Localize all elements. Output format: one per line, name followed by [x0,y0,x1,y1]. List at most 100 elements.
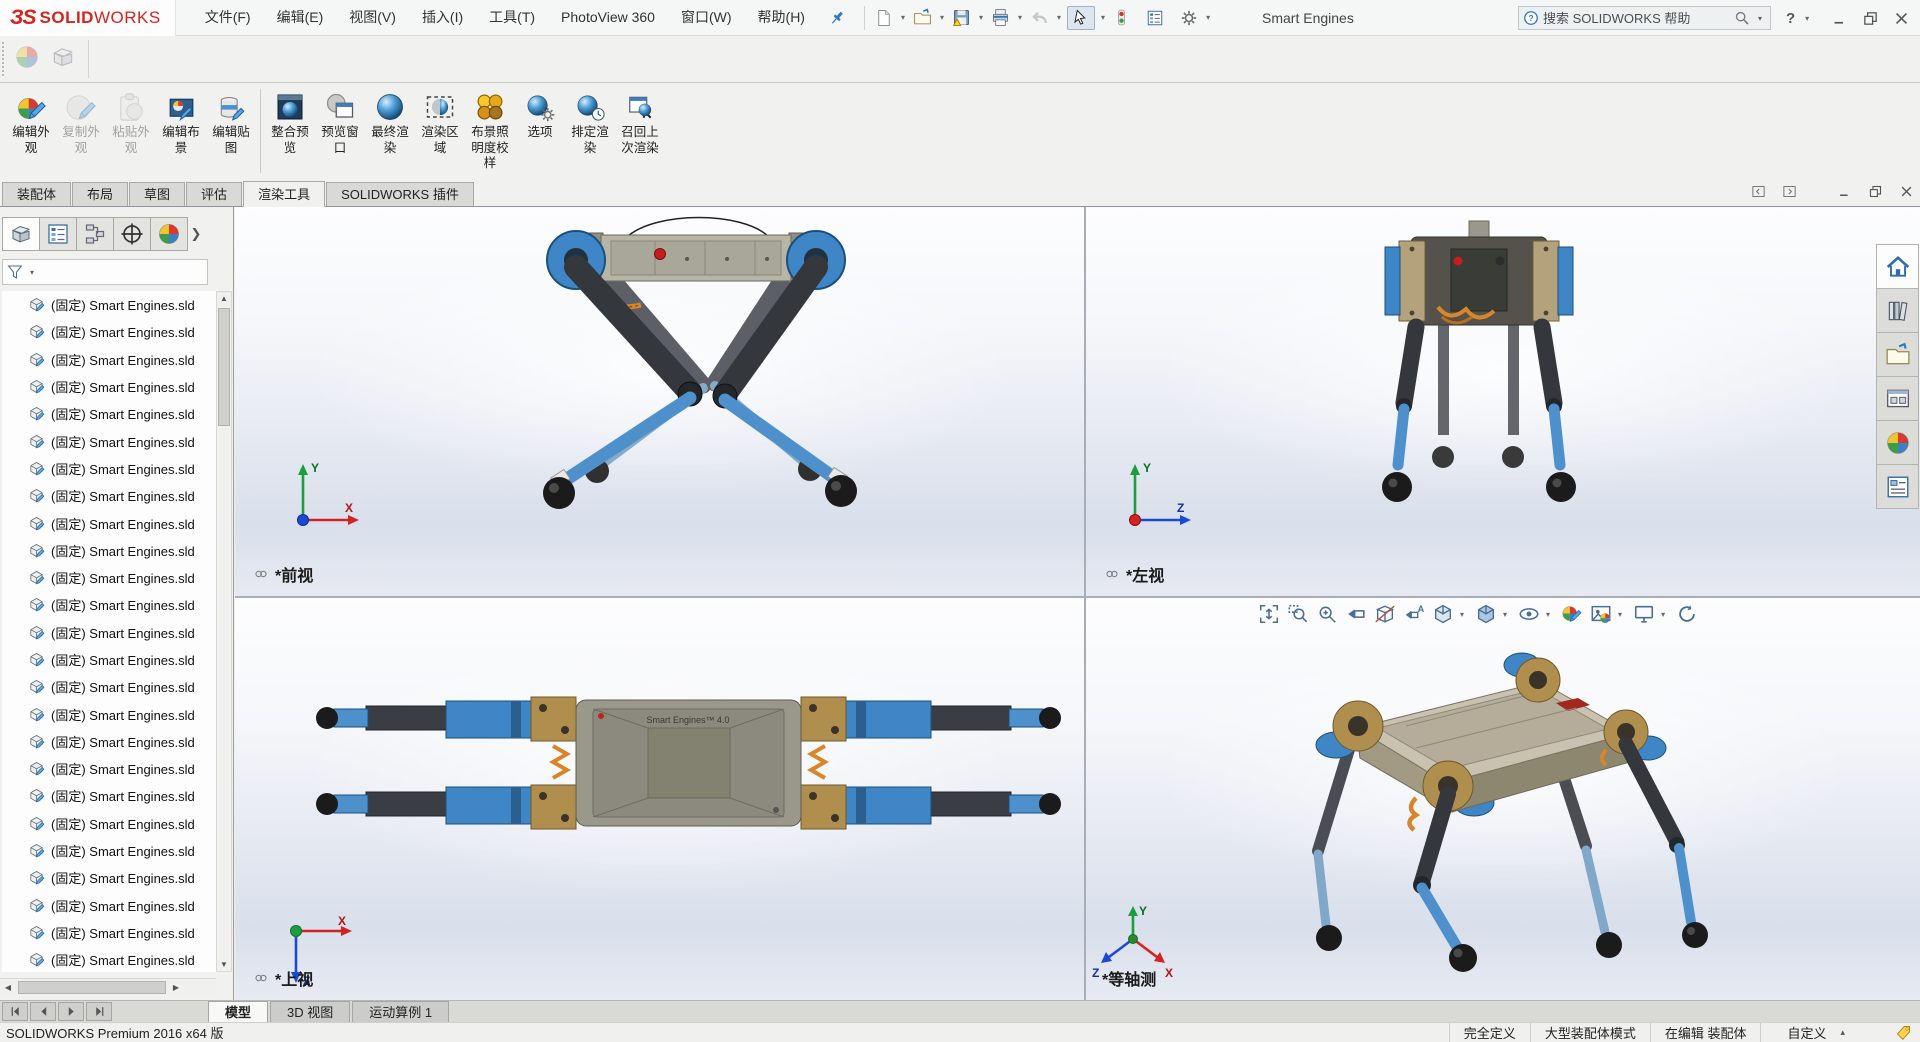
open-button[interactable] [911,5,934,30]
preview-window-button[interactable]: 预览窗口 [315,87,365,156]
filter-icon[interactable] [6,263,24,281]
paste-appearance-button[interactable]: 粘贴外观 [106,87,156,156]
tree-item[interactable]: (固定) Smart Engines.sld [2,537,216,564]
scroll-thumb[interactable] [218,308,230,426]
displaymanager-tab[interactable] [150,217,188,251]
help-button[interactable]: ? [1786,10,1795,27]
tree-item[interactable]: (固定) Smart Engines.sld [2,946,216,972]
scroll-thumb[interactable] [18,981,166,994]
tree-item[interactable]: (固定) Smart Engines.sld [2,564,216,591]
tree-item[interactable]: (固定) Smart Engines.sld [2,728,216,755]
collapse-pane-right-icon[interactable] [1782,184,1797,199]
tree-item[interactable]: (固定) Smart Engines.sld [2,400,216,427]
motion-study-tab[interactable]: 运动算例 1 [352,1001,449,1022]
recall-last-render-button[interactable]: 召回上次渲染 [615,87,665,156]
3d-views-tab[interactable]: 3D 视图 [270,1001,350,1022]
scene-illumination-proof-button[interactable]: 布景照明度校样 [465,87,515,172]
tree-item[interactable]: (固定) Smart Engines.sld [2,864,216,891]
viewport-isometric[interactable]: ▾ ▾ ▾ ▾ ▾ [1086,598,1920,1000]
viewport-top[interactable]: Smart Engines™ 4.0 X Z *上视 [235,598,1084,1000]
document-properties-button[interactable] [1144,6,1166,30]
select-dropdown[interactable]: ▾ [1097,13,1109,22]
tree-item[interactable]: (固定) Smart Engines.sld [2,619,216,646]
minimize-button[interactable] [1831,10,1848,27]
tree-item[interactable]: (固定) Smart Engines.sld [2,482,216,509]
scroll-up-icon[interactable]: ▲ [217,294,231,303]
schedule-render-button[interactable]: 排定渲染 [565,87,615,156]
copy-appearance-button[interactable]: 复制外观 [56,87,106,156]
final-render-button[interactable]: 最终渲染 [365,87,415,156]
tree-item[interactable]: (固定) Smart Engines.sld [2,427,216,454]
tab-solidworks-addins[interactable]: SOLIDWORKS 插件 [326,182,474,206]
tab-evaluate[interactable]: 评估 [186,182,242,206]
undo-button[interactable] [1028,5,1051,30]
tab-layout[interactable]: 布局 [72,182,128,206]
propertymanager-tab[interactable] [39,217,77,251]
print-dropdown[interactable]: ▾ [1014,13,1026,22]
rebuild-button[interactable] [1111,6,1132,29]
save-button[interactable] [950,5,973,30]
open-dropdown[interactable]: ▾ [936,13,948,22]
scroll-right-icon[interactable]: ▶ [168,983,184,992]
tree-item[interactable]: (固定) Smart Engines.sld [2,509,216,536]
featuremanager-tab[interactable] [2,217,40,251]
panel-tabs-overflow[interactable]: ❯ [187,217,205,251]
integrated-preview-button[interactable]: 整合预览 [265,87,315,156]
task-pane-file-explorer-tab[interactable] [1876,332,1919,377]
close-button[interactable] [1893,10,1910,27]
new-document-button[interactable] [873,6,895,30]
scroll-left-icon[interactable]: ◀ [0,983,16,992]
menu-view[interactable]: 视图(V) [336,0,409,35]
task-pane-design-library-tab[interactable] [1876,288,1919,333]
dimxpertmanager-tab[interactable] [113,217,151,251]
tree-item[interactable]: (固定) Smart Engines.sld [2,810,216,837]
document-restore-button[interactable] [1868,184,1883,199]
save-dropdown[interactable]: ▾ [975,13,987,22]
edit-scene-button[interactable]: 编辑布景 [156,87,206,156]
tab-sketch[interactable]: 草图 [129,182,185,206]
search-dropdown[interactable]: ▾ [1754,14,1766,23]
render-region-button[interactable]: 渲染区域 [415,87,465,156]
scroll-down-icon[interactable]: ▼ [217,960,231,969]
help-dropdown[interactable]: ▾ [1801,14,1813,23]
model-tab[interactable]: 模型 [208,1001,268,1022]
document-minimize-button[interactable] [1837,184,1852,199]
restore-button[interactable] [1862,10,1879,27]
tree-item[interactable]: (固定) Smart Engines.sld [2,837,216,864]
tree-item[interactable]: (固定) Smart Engines.sld [2,700,216,727]
new-document-dropdown[interactable]: ▾ [897,13,909,22]
menu-insert[interactable]: 插入(I) [409,0,476,35]
tree-item[interactable]: (固定) Smart Engines.sld [2,919,216,946]
menu-help[interactable]: 帮助(H) [745,0,818,35]
tab-render-tools[interactable]: 渲染工具 [243,181,325,207]
tree-item[interactable]: (固定) Smart Engines.sld [2,373,216,400]
options-button[interactable] [1178,6,1200,30]
toolbar-drag-handle[interactable] [2,42,7,76]
edit-decal-button[interactable]: 编辑贴图 [206,87,256,156]
tree-item[interactable]: (固定) Smart Engines.sld [2,646,216,673]
first-tab-button[interactable] [2,1002,28,1021]
menu-window[interactable]: 窗口(W) [668,0,745,35]
next-tab-button[interactable] [58,1002,84,1021]
previous-tab-button[interactable] [30,1002,56,1021]
pin-menu-icon[interactable] [828,9,846,27]
menu-photoview360[interactable]: PhotoView 360 [548,0,668,35]
configurationmanager-tab[interactable] [76,217,114,251]
status-tag-icon[interactable] [1855,1024,1920,1041]
undo-dropdown[interactable]: ▾ [1053,13,1065,22]
tree-item[interactable]: (固定) Smart Engines.sld [2,673,216,700]
render-options-button[interactable]: 选项 [515,87,565,141]
tree-item[interactable]: (固定) Smart Engines.sld [2,755,216,782]
task-pane-home-tab[interactable] [1876,244,1919,289]
search-input[interactable] [1543,11,1730,26]
menu-edit[interactable]: 编辑(E) [264,0,337,35]
document-close-button[interactable] [1899,184,1914,199]
tree-item[interactable]: (固定) Smart Engines.sld [2,892,216,919]
filter-dropdown[interactable]: ▾ [26,268,38,277]
viewport-front[interactable]: Y X *前视 [235,207,1084,596]
tree-item[interactable]: (固定) Smart Engines.sld [2,318,216,345]
menu-tools[interactable]: 工具(T) [476,0,548,35]
viewport-left[interactable]: Y Z *左视 [1086,207,1920,596]
tree-item[interactable]: (固定) Smart Engines.sld [2,291,216,318]
collapse-pane-left-icon[interactable] [1751,184,1766,199]
